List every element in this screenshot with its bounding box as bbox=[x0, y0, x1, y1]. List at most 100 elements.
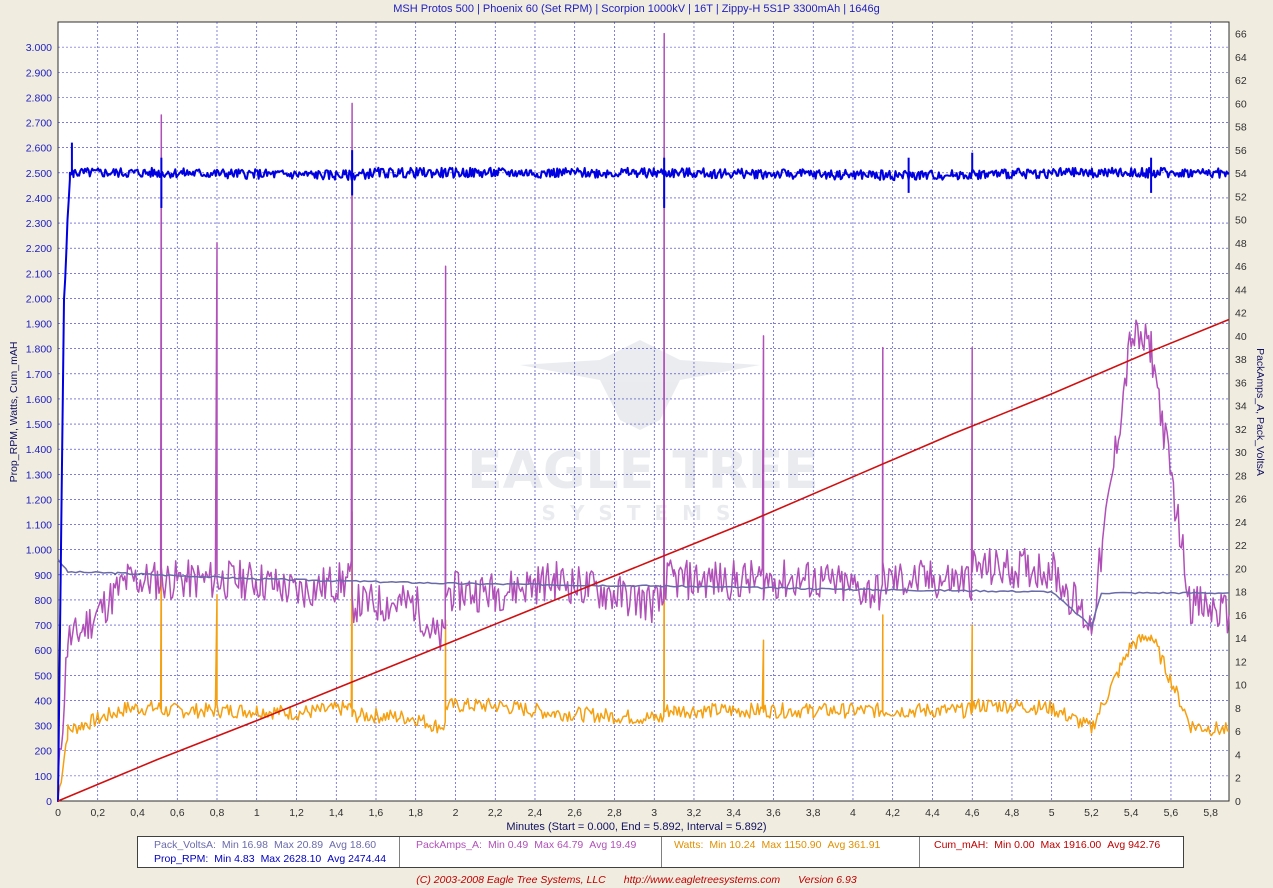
x-tick-label: 3,6 bbox=[766, 807, 781, 819]
x-tick-label: 5,4 bbox=[1124, 807, 1139, 819]
y-left-tick-label: 0 bbox=[46, 796, 52, 808]
y-axis-left-label: Prop_RPM, Watts, Cum_mAH bbox=[8, 342, 20, 483]
y-left-tick-label: 1.400 bbox=[26, 444, 52, 456]
y-left-tick-label: 1.700 bbox=[26, 369, 52, 381]
legend-entry-pack-volts: Pack_VoltsA: Min 16.98 Max 20.89 Avg 18.60 bbox=[154, 839, 382, 851]
y-left-tick-label: 2.100 bbox=[26, 268, 52, 280]
y-right-tick-label: 44 bbox=[1235, 284, 1247, 296]
y-left-tick-label: 2.900 bbox=[26, 67, 52, 79]
legend-avg: Avg 361.91 bbox=[827, 839, 881, 851]
y-left-tick-label: 3.000 bbox=[26, 42, 52, 54]
y-left-tick-label: 1.000 bbox=[26, 545, 52, 557]
x-tick-label: 2,6 bbox=[567, 807, 582, 819]
y-right-tick-label: 52 bbox=[1235, 191, 1247, 203]
y-right-tick-label: 50 bbox=[1235, 215, 1247, 227]
y-right-tick-label: 42 bbox=[1235, 308, 1247, 320]
y-right-tick-label: 0 bbox=[1235, 796, 1241, 808]
x-tick-label: 0 bbox=[55, 807, 61, 819]
y-right-tick-label: 20 bbox=[1235, 563, 1247, 575]
x-tick-label: 1,6 bbox=[369, 807, 384, 819]
copyright: (C) 2003-2008 Eagle Tree Systems, LLC bbox=[416, 874, 606, 886]
right-axis-ticks: 0246810121416182022242628303234363840424… bbox=[1235, 29, 1247, 808]
y-left-tick-label: 500 bbox=[34, 670, 52, 682]
left-axis-ticks: 0 100 200 300 400 500 600 700 800 900 1.000 1.100 1.… bbox=[26, 42, 52, 808]
legend-max: Max 20.89 bbox=[274, 839, 324, 851]
legend-avg: Avg 18.60 bbox=[329, 839, 377, 851]
y-left-tick-label: 1.300 bbox=[26, 469, 52, 481]
legend-max: Max 1150.90 bbox=[761, 839, 822, 851]
y-axis-right-label: PackAmps_A, Pack_VoltsA bbox=[1254, 348, 1266, 476]
y-left-tick-label: 1.200 bbox=[26, 494, 52, 506]
x-tick-label: 1,4 bbox=[329, 807, 344, 819]
y-right-tick-label: 38 bbox=[1235, 354, 1247, 366]
y-right-tick-label: 46 bbox=[1235, 261, 1247, 273]
legend-avg: Avg 942.76 bbox=[1107, 839, 1161, 851]
y-left-tick-label: 2.300 bbox=[26, 218, 52, 230]
x-tick-label: 4,8 bbox=[1005, 807, 1020, 819]
legend-avg: Avg 19.49 bbox=[589, 839, 637, 851]
legend-cell-watts: Watts: Min 10.24 Max 1150.90 Avg 361.91 bbox=[662, 837, 920, 867]
y-right-tick-label: 58 bbox=[1235, 122, 1247, 134]
watermark-line2: SYSTEMS bbox=[542, 501, 745, 525]
y-left-tick-label: 1.600 bbox=[26, 394, 52, 406]
y-left-tick-label: 2.800 bbox=[26, 92, 52, 104]
y-right-tick-label: 26 bbox=[1235, 494, 1247, 506]
y-left-tick-label: 600 bbox=[34, 645, 52, 657]
legend-max: Max 2628.10 bbox=[260, 853, 322, 865]
legend-min: Min 0.49 bbox=[487, 839, 529, 851]
x-tick-label: 4,2 bbox=[885, 807, 900, 819]
y-left-tick-label: 700 bbox=[34, 620, 52, 632]
legend-min: Min 4.83 bbox=[214, 853, 255, 865]
legend-name: Prop_RPM: bbox=[154, 853, 209, 865]
legend-entry-watts: Watts: Min 10.24 Max 1150.90 Avg 361.91 bbox=[674, 839, 886, 851]
y-right-tick-label: 28 bbox=[1235, 470, 1247, 482]
x-tick-label: 2,8 bbox=[607, 807, 622, 819]
y-right-tick-label: 10 bbox=[1235, 680, 1247, 692]
y-right-tick-label: 14 bbox=[1235, 633, 1247, 645]
y-right-tick-label: 56 bbox=[1235, 145, 1247, 157]
x-tick-label: 4,4 bbox=[925, 807, 940, 819]
version: Version 6.93 bbox=[798, 874, 857, 886]
x-tick-label: 3,4 bbox=[726, 807, 741, 819]
legend-name: PackAmps_A: bbox=[416, 839, 482, 851]
legend-min: Min 16.98 bbox=[221, 839, 268, 851]
legend-entry-prop-rpm: Prop_RPM: Min 4.83 Max 2628.10 Avg 2474.44 bbox=[154, 853, 392, 865]
y-right-tick-label: 24 bbox=[1235, 517, 1247, 529]
x-axis-label: Minutes (Start = 0.000, End = 5.892, Int… bbox=[506, 821, 767, 833]
y-left-tick-label: 100 bbox=[34, 771, 52, 783]
legend-entry-cum-mah: Cum_mAH: Min 0.00 Max 1916.00 Avg 942.76 bbox=[934, 839, 1166, 851]
watermark-line1: EAGLE TREE bbox=[467, 441, 819, 501]
y-right-tick-label: 2 bbox=[1235, 773, 1241, 785]
y-right-tick-label: 8 bbox=[1235, 703, 1241, 715]
y-right-tick-label: 36 bbox=[1235, 377, 1247, 389]
x-tick-label: 2 bbox=[453, 807, 459, 819]
y-left-tick-label: 300 bbox=[34, 721, 52, 733]
x-tick-label: 0,2 bbox=[90, 807, 105, 819]
website-link[interactable]: http://www.eagletreesystems.com bbox=[624, 874, 780, 886]
y-right-tick-label: 60 bbox=[1235, 98, 1247, 110]
y-left-tick-label: 900 bbox=[34, 570, 52, 582]
y-left-tick-label: 2.000 bbox=[26, 293, 52, 305]
y-right-tick-label: 6 bbox=[1235, 726, 1241, 738]
x-tick-label: 1,2 bbox=[289, 807, 304, 819]
y-right-tick-label: 32 bbox=[1235, 424, 1247, 436]
legend-name: Pack_VoltsA: bbox=[154, 839, 216, 851]
legend-entry-pack-amps: PackAmps_A: Min 0.49 Max 64.79 Avg 19.49 bbox=[416, 839, 642, 851]
legend-min: Min 0.00 bbox=[994, 839, 1035, 851]
x-tick-label: 3,2 bbox=[687, 807, 702, 819]
legend-max: Max 64.79 bbox=[534, 839, 584, 851]
x-tick-label: 1 bbox=[254, 807, 260, 819]
legend-name: Cum_mAH: bbox=[934, 839, 989, 851]
y-left-tick-label: 2.400 bbox=[26, 193, 52, 205]
x-tick-label: 3 bbox=[651, 807, 657, 819]
y-left-tick-label: 1.100 bbox=[26, 520, 52, 532]
y-left-tick-label: 800 bbox=[34, 595, 52, 607]
legend-cell-volts-rpm: Pack_VoltsA: Min 16.98 Max 20.89 Avg 18.60 … bbox=[138, 837, 400, 867]
x-axis-ticks: 0 0,2 0,4 0,6 0,8 1 1,2 1,4 1,6 1,8 2 2,2 2,4 2,6 2,8 3… bbox=[55, 807, 1218, 819]
x-tick-label: 5,6 bbox=[1164, 807, 1179, 819]
y-right-tick-label: 66 bbox=[1235, 29, 1247, 41]
x-tick-label: 5,2 bbox=[1084, 807, 1099, 819]
x-tick-label: 3,8 bbox=[806, 807, 821, 819]
y-right-tick-label: 34 bbox=[1235, 401, 1247, 413]
y-left-tick-label: 2.700 bbox=[26, 118, 52, 130]
